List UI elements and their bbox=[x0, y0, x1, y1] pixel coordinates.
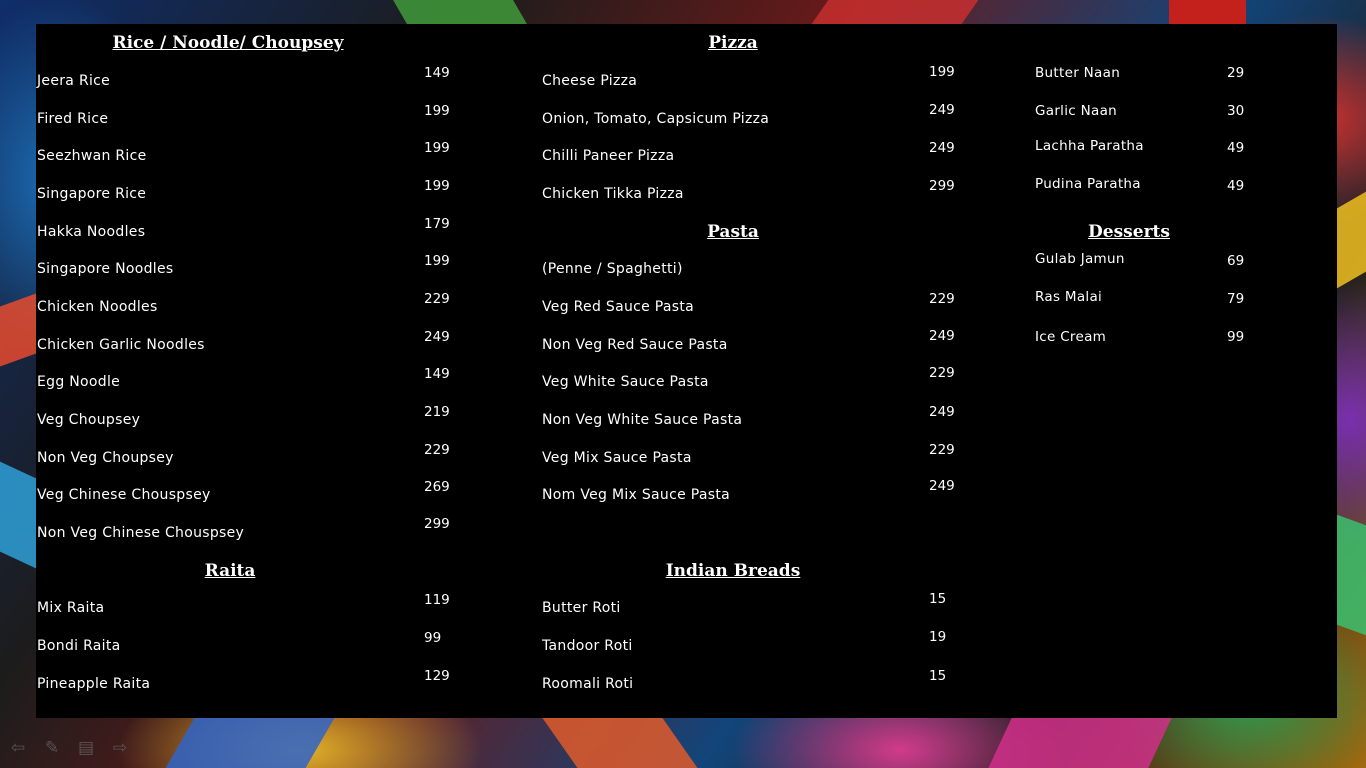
menu-item-price: 15 bbox=[929, 668, 947, 684]
background-art bbox=[1337, 191, 1366, 289]
menu-item-price: 199 bbox=[424, 178, 450, 194]
menu-item-name: Lachha Paratha bbox=[1035, 138, 1144, 154]
section-heading-rice: Rice / Noodle/ Choupsey bbox=[112, 33, 344, 53]
menu-item-price: 49 bbox=[1227, 178, 1245, 194]
menu-item-price: 229 bbox=[424, 291, 450, 307]
menu-item-price: 249 bbox=[929, 140, 955, 156]
menu-item-name: Non Veg Chinese Chouspsey bbox=[37, 525, 245, 541]
menu-item-price: 99 bbox=[1227, 329, 1245, 345]
menu-item-price: 129 bbox=[424, 668, 450, 684]
menu-item-name: Egg Noodle bbox=[37, 374, 121, 390]
section-heading-pasta: Pasta bbox=[707, 222, 759, 242]
background-art bbox=[393, 0, 527, 24]
menu-item-name: Chicken Garlic Noodles bbox=[37, 337, 205, 353]
section-heading-pizza: Pizza bbox=[708, 33, 758, 53]
menu-item-price: 15 bbox=[929, 591, 947, 607]
menu-item-name: Non Veg White Sauce Pasta bbox=[542, 412, 743, 428]
menu-item-name: Chilli Paneer Pizza bbox=[542, 148, 675, 164]
menu-item-price: 199 bbox=[929, 64, 955, 80]
menu-item-name: Fired Rice bbox=[37, 111, 109, 127]
menu-item-name: Veg Red Sauce Pasta bbox=[542, 299, 695, 315]
menu-item-name: Jeera Rice bbox=[37, 73, 111, 89]
red-accent-tab bbox=[1169, 0, 1246, 24]
background-art bbox=[165, 718, 335, 768]
menu-item-price: 149 bbox=[424, 366, 450, 382]
menu-item-price: 299 bbox=[929, 178, 955, 194]
menu-item-name: Seezhwan Rice bbox=[37, 148, 147, 164]
section-heading-desserts: Desserts bbox=[1088, 222, 1170, 242]
menu-item-name: Ice Cream bbox=[1035, 329, 1107, 345]
menu-item-name: Tandoor Roti bbox=[542, 638, 633, 654]
menu-item-name: Butter Naan bbox=[1035, 65, 1121, 81]
menu-icon[interactable]: ▤ bbox=[76, 738, 96, 758]
menu-item-name: Mix Raita bbox=[37, 600, 105, 616]
menu-item-price: 179 bbox=[424, 216, 450, 232]
background-art bbox=[542, 718, 698, 768]
menu-item-name: Veg Chinese Chouspsey bbox=[37, 487, 211, 503]
menu-item-name: Ras Malai bbox=[1035, 289, 1103, 305]
menu-item-name: Bondi Raita bbox=[37, 638, 121, 654]
menu-item-price: 249 bbox=[929, 102, 955, 118]
menu-panel: Rice / Noodle/ Choupsey Jeera Rice 149 F… bbox=[36, 24, 1337, 718]
menu-item-name: Non Veg Red Sauce Pasta bbox=[542, 337, 728, 353]
menu-item-name: Chicken Noodles bbox=[37, 299, 158, 315]
menu-item-price: 249 bbox=[929, 328, 955, 344]
menu-item-price: 49 bbox=[1227, 140, 1245, 156]
background-art bbox=[1337, 514, 1366, 636]
slideshow-controls: ⇦ ✎ ▤ ⇨ bbox=[8, 738, 130, 758]
menu-item-name: Garlic Naan bbox=[1035, 103, 1117, 119]
background-art bbox=[811, 0, 979, 24]
menu-item-price: 149 bbox=[424, 65, 450, 81]
section-heading-raita: Raita bbox=[204, 561, 256, 581]
menu-item-price: 199 bbox=[424, 140, 450, 156]
menu-item-price: 119 bbox=[424, 592, 450, 608]
menu-item-price: 299 bbox=[424, 516, 450, 532]
menu-item-price: 229 bbox=[424, 442, 450, 458]
menu-item-price: 29 bbox=[1227, 65, 1245, 81]
background-art bbox=[0, 293, 36, 367]
menu-item-name: Hakka Noodles bbox=[37, 224, 146, 240]
menu-item-price: 229 bbox=[929, 365, 955, 381]
menu-item-name: Singapore Noodles bbox=[37, 261, 174, 277]
menu-item-name: Roomali Roti bbox=[542, 676, 634, 692]
menu-item-name: Butter Roti bbox=[542, 600, 621, 616]
menu-item-price: 229 bbox=[929, 442, 955, 458]
menu-item-name: Chicken Tikka Pizza bbox=[542, 186, 684, 202]
menu-item-price: 69 bbox=[1227, 253, 1245, 269]
menu-item-name: Pudina Paratha bbox=[1035, 176, 1141, 192]
menu-item-name: Singapore Rice bbox=[37, 186, 147, 202]
pen-icon[interactable]: ✎ bbox=[42, 738, 62, 758]
menu-item-name: Veg White Sauce Pasta bbox=[542, 374, 709, 390]
menu-item-name: Onion, Tomato, Capsicum Pizza bbox=[542, 111, 770, 127]
menu-item-price: 199 bbox=[424, 253, 450, 269]
menu-item-price: 249 bbox=[929, 478, 955, 494]
background-art bbox=[988, 718, 1172, 768]
menu-item-price: 219 bbox=[424, 404, 450, 420]
menu-item-name: Nom Veg Mix Sauce Pasta bbox=[542, 487, 731, 503]
menu-item-name: Veg Choupsey bbox=[37, 412, 141, 428]
background-art bbox=[0, 461, 36, 569]
menu-item-name: Veg Mix Sauce Pasta bbox=[542, 450, 692, 466]
menu-item-price: 249 bbox=[424, 329, 450, 345]
menu-item-price: 229 bbox=[929, 291, 955, 307]
menu-item-price: 269 bbox=[424, 479, 450, 495]
menu-item-price: 99 bbox=[424, 630, 442, 646]
menu-item-name: Pineapple Raita bbox=[37, 676, 151, 692]
pasta-note: (Penne / Spaghetti) bbox=[542, 261, 683, 277]
menu-item-price: 199 bbox=[424, 103, 450, 119]
menu-item-name: Gulab Jamun bbox=[1035, 251, 1125, 267]
menu-item-price: 79 bbox=[1227, 291, 1245, 307]
menu-item-name: Non Veg Choupsey bbox=[37, 450, 174, 466]
section-heading-breads: Indian Breads bbox=[665, 561, 801, 581]
menu-item-price: 30 bbox=[1227, 103, 1245, 119]
arrow-right-icon[interactable]: ⇨ bbox=[110, 738, 130, 758]
menu-item-price: 19 bbox=[929, 629, 947, 645]
menu-item-price: 249 bbox=[929, 404, 955, 420]
arrow-left-icon[interactable]: ⇦ bbox=[8, 738, 28, 758]
menu-item-name: Cheese Pizza bbox=[542, 73, 638, 89]
